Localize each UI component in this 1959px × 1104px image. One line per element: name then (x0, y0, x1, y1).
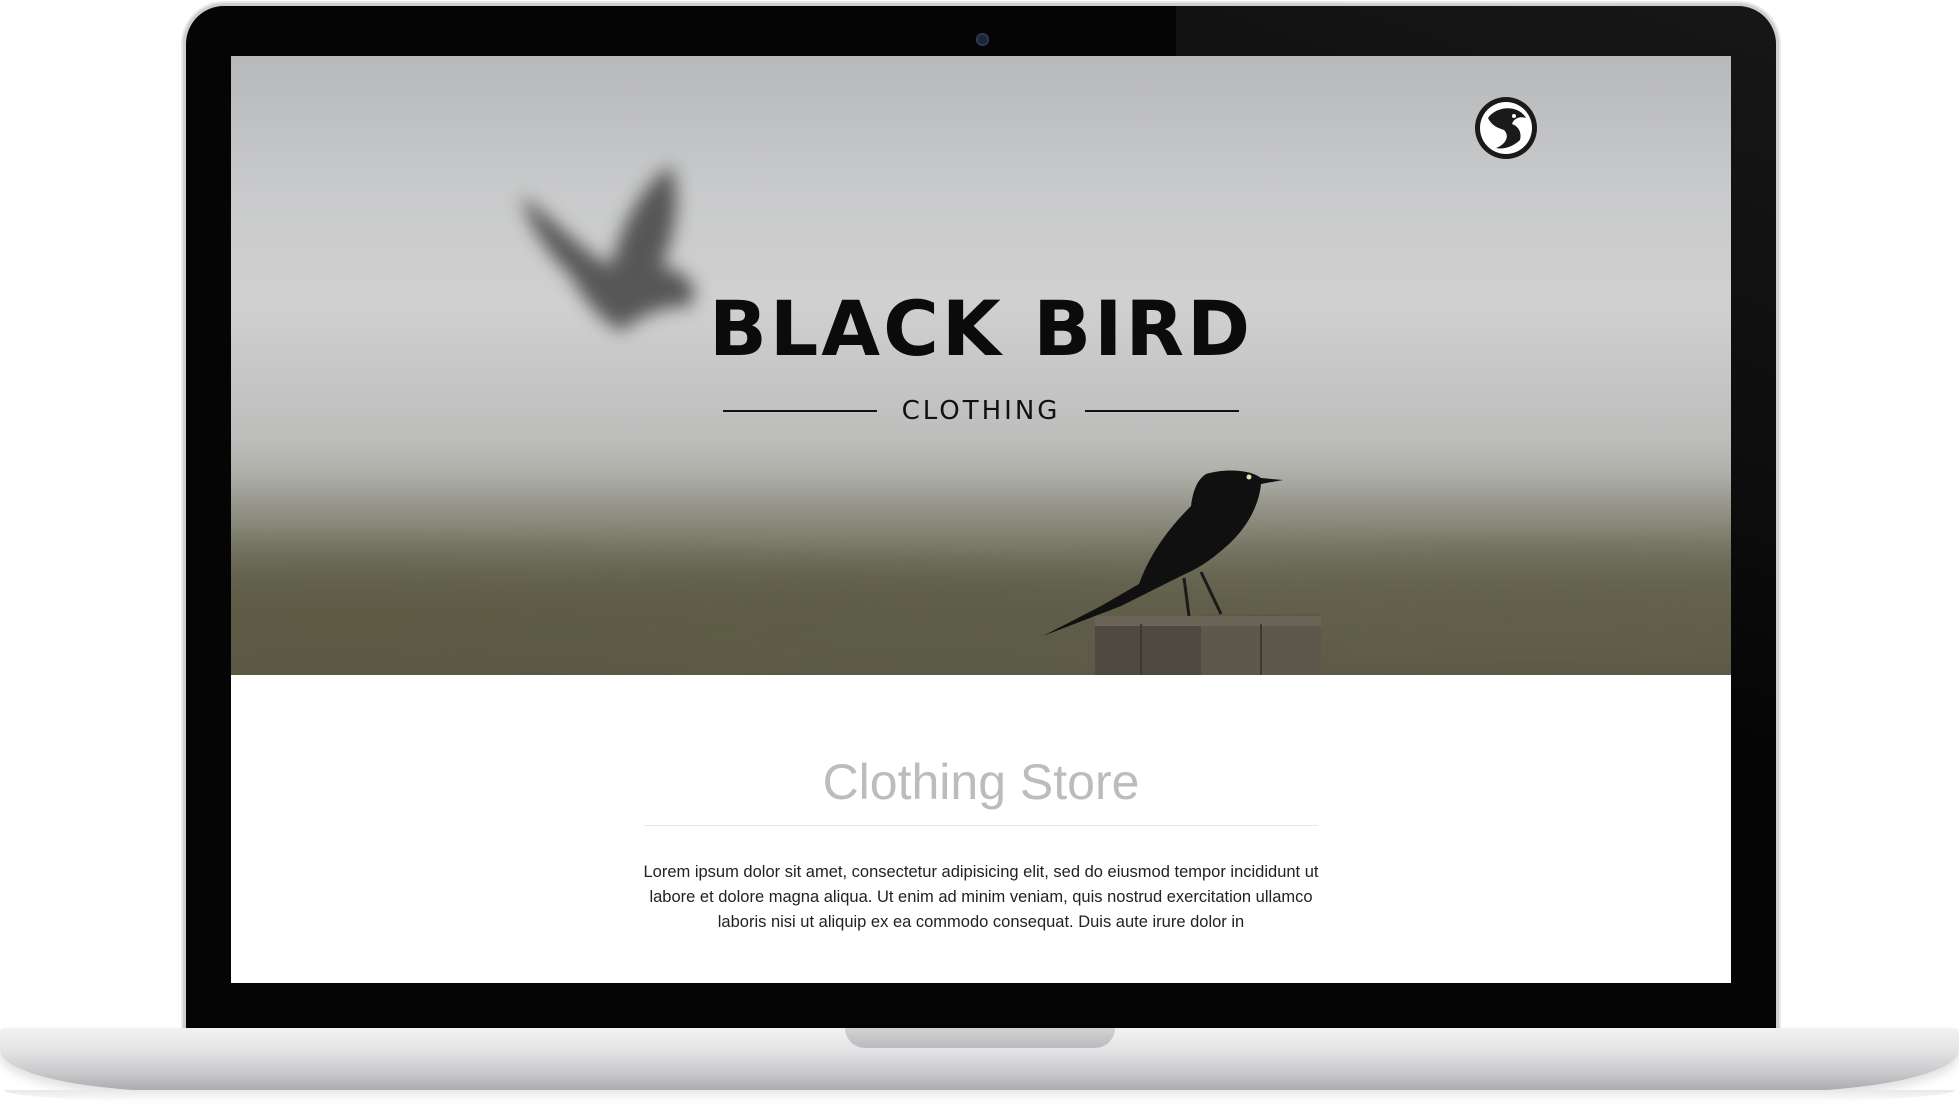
background-trees (231, 476, 1731, 675)
laptop-notch (845, 1028, 1115, 1048)
laptop-screen: BLACK BIRD CLOTHING Clothing Store Lorem… (231, 56, 1731, 983)
bird-head-logo-icon[interactable] (1474, 96, 1538, 160)
content-section: Clothing Store Lorem ipsum dolor sit ame… (231, 675, 1731, 983)
section-divider (644, 825, 1318, 826)
section-body-text: Lorem ipsum dolor sit amet, consectetur … (643, 863, 1319, 931)
hero-title: BLACK BIRD (708, 284, 1254, 373)
blackbird-on-post-image (1043, 470, 1321, 675)
hero-banner: BLACK BIRD CLOTHING (231, 56, 1731, 675)
hero-subtitle-row: CLOTHING (723, 393, 1239, 433)
subtitle-divider-right (1085, 410, 1239, 412)
section-heading: Clothing Store (822, 754, 1140, 810)
webcam-icon (976, 33, 989, 46)
laptop-base-edge (4, 1090, 1955, 1102)
